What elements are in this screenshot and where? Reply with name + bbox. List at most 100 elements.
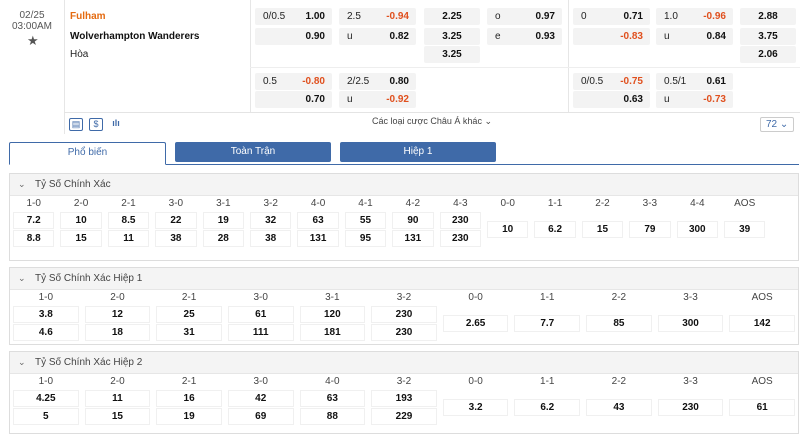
tab-full-match[interactable]: Toàn Trận (175, 142, 331, 162)
score-odd-draw[interactable]: 61 (729, 399, 795, 416)
ah-home-cell[interactable]: 0.5 -0.80 (255, 73, 332, 90)
score-odd-draw[interactable]: 3.2 (442, 399, 509, 416)
favorite-star-icon[interactable]: ★ (27, 33, 39, 49)
ou-under-cell[interactable]: u 0.82 (339, 28, 416, 45)
score-odd-home[interactable]: 32 (250, 212, 292, 229)
score-odd-away[interactable]: 230 (439, 230, 481, 247)
score-odd-draw[interactable]: 6.2 (514, 399, 581, 416)
even-cell[interactable]: e 0.93 (487, 28, 562, 45)
score-odd-draw[interactable]: 230 (657, 399, 724, 416)
h1-ou-under-cell[interactable]: u 0.84 (656, 28, 733, 45)
odd-cell[interactable]: o 0.97 (487, 8, 562, 25)
score-label: 2-2 (611, 292, 627, 303)
section-header[interactable]: ⌄ Tỷ Số Chính Xác (10, 174, 798, 196)
x12-home-cell[interactable]: 2.25 (424, 8, 480, 25)
ah-home-cell[interactable]: 0/0.5 1.00 (255, 8, 332, 25)
score-odd-home[interactable]: 22 (155, 212, 197, 229)
score-odd-away[interactable]: 229 (371, 408, 437, 425)
score-odd-home[interactable]: 230 (439, 212, 481, 229)
score-odd-draw[interactable]: 7.7 (514, 315, 581, 332)
score-odd-home[interactable]: 63 (299, 390, 366, 407)
score-odd-away[interactable]: 111 (227, 324, 294, 341)
score-odd-draw[interactable]: 142 (729, 315, 795, 332)
score-odd-home[interactable]: 61 (227, 306, 294, 323)
score-odd-home[interactable]: 16 (156, 390, 222, 407)
h1-ah-away-cell[interactable]: -0.83 (573, 28, 650, 45)
section-header[interactable]: ⌄ Tỷ Số Chính Xác Hiệp 2 (10, 352, 798, 374)
score-odd-away[interactable]: 131 (297, 230, 339, 247)
ah-away-cell[interactable]: 0.90 (255, 28, 332, 45)
score-odd-home[interactable]: 8.5 (107, 212, 150, 229)
score-odd-away[interactable]: 230 (371, 324, 437, 341)
score-odd-away[interactable]: 5 (13, 408, 79, 425)
odd-value: 0.97 (535, 11, 555, 22)
score-odd-home[interactable]: 3.8 (13, 306, 79, 323)
ah-away-cell[interactable]: 0.70 (255, 91, 332, 108)
score-odd-home[interactable]: 10 (60, 212, 102, 229)
x12-draw-cell[interactable]: 3.25 (424, 46, 480, 63)
ah-line: 0/0.5 (581, 76, 604, 87)
h1-x12-home-cell[interactable]: 2.88 (740, 8, 796, 25)
score-odd-away[interactable]: 69 (227, 408, 294, 425)
h1-x12-draw-cell[interactable]: 2.06 (740, 46, 796, 63)
score-odd-home[interactable]: 7.2 (13, 212, 55, 229)
h1-ou-over-cell[interactable]: 1.0 -0.96 (656, 8, 733, 25)
score-odd-draw[interactable]: 2.65 (442, 315, 509, 332)
score-odd-draw[interactable]: 15 (581, 221, 624, 238)
score-odd-away[interactable]: 31 (156, 324, 222, 341)
score-odd-home[interactable]: 4.25 (13, 390, 79, 407)
h1-ou-over-cell[interactable]: 0.5/1 0.61 (656, 73, 733, 90)
score-odd-away[interactable]: 38 (250, 230, 292, 247)
tab-popular[interactable]: Phổ biến (9, 142, 166, 165)
score-odd-away[interactable]: 95 (344, 230, 387, 247)
score-odd-away[interactable]: 19 (156, 408, 222, 425)
tab-first-half[interactable]: Hiệp 1 (340, 142, 496, 162)
score-odd-away[interactable]: 11 (107, 230, 150, 247)
h1-ah-home-cell[interactable]: 0/0.5 -0.75 (573, 73, 650, 90)
score-odd-home[interactable]: 19 (202, 212, 244, 229)
score-odd-away[interactable]: 15 (60, 230, 102, 247)
score-odd-away[interactable]: 4.6 (13, 324, 79, 341)
h1-ah-away-cell[interactable]: 0.63 (573, 91, 650, 108)
score-odd-away[interactable]: 88 (299, 408, 366, 425)
score-odd-home[interactable]: 90 (392, 212, 434, 229)
market-count-button[interactable]: 72 ⌄ (760, 117, 794, 132)
score-odd-home[interactable]: 120 (299, 306, 366, 323)
h1-ah-home-cell[interactable]: 0 0.71 (573, 8, 650, 25)
score-odd-away[interactable]: 15 (84, 408, 151, 425)
score-odd-home[interactable]: 230 (371, 306, 437, 323)
score-odd-home[interactable]: 11 (84, 390, 151, 407)
h1-x12-away-cell[interactable]: 3.75 (740, 28, 796, 45)
section-header[interactable]: ⌄ Tỷ Số Chính Xác Hiệp 1 (10, 268, 798, 290)
ou-over-cell[interactable]: 2/2.5 0.80 (339, 73, 416, 90)
odd-value: -0.94 (386, 11, 409, 22)
score-odd-away[interactable]: 18 (84, 324, 151, 341)
score-odd-home[interactable]: 42 (227, 390, 294, 407)
score-odd-home[interactable]: 12 (84, 306, 151, 323)
score-odd-away[interactable]: 131 (392, 230, 434, 247)
score-odd-draw[interactable]: 10 (487, 221, 529, 238)
score-odd-home[interactable]: 63 (297, 212, 339, 229)
score-odd-home[interactable]: 55 (344, 212, 387, 229)
score-odd-draw[interactable]: 85 (586, 315, 652, 332)
score-odd-draw[interactable]: 300 (676, 221, 718, 238)
odd-value: -0.83 (620, 31, 643, 42)
home-team[interactable]: Fulham (70, 11, 106, 22)
score-odd-draw[interactable]: 6.2 (534, 221, 576, 238)
score-odd-home[interactable]: 193 (371, 390, 437, 407)
score-odd-home[interactable]: 25 (156, 306, 222, 323)
score-odd-draw[interactable]: 79 (629, 221, 671, 238)
x12-away-cell[interactable]: 3.25 (424, 28, 480, 45)
score-odd-away[interactable]: 181 (299, 324, 366, 341)
score-odd-away[interactable]: 38 (155, 230, 197, 247)
more-asian-bets-link[interactable]: Các loại cược Châu Á khác ⌄ (64, 116, 800, 127)
ou-under-cell[interactable]: u -0.92 (339, 91, 416, 108)
score-odd-draw[interactable]: 43 (586, 399, 652, 416)
h1-ou-under-cell[interactable]: u -0.73 (656, 91, 733, 108)
away-team[interactable]: Wolverhampton Wanderers (70, 31, 199, 42)
score-odd-away[interactable]: 28 (202, 230, 244, 247)
score-odd-draw[interactable]: 39 (724, 221, 766, 238)
ou-over-cell[interactable]: 2.5 -0.94 (339, 8, 416, 25)
score-odd-draw[interactable]: 300 (657, 315, 724, 332)
score-odd-away[interactable]: 8.8 (13, 230, 55, 247)
